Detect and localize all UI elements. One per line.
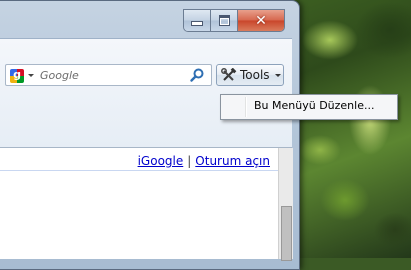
top-links: iGoogle | Oturum açın <box>138 154 270 168</box>
sign-in-link[interactable]: Oturum açın <box>195 154 270 168</box>
hammer-wrench-icon <box>221 68 237 81</box>
caption-buttons: ✕ <box>183 9 285 32</box>
chevron-down-icon <box>274 73 281 77</box>
minimize-icon <box>191 21 203 26</box>
close-icon: ✕ <box>255 12 267 29</box>
magnifier-icon[interactable] <box>189 67 205 83</box>
scrollbar-thumb[interactable] <box>281 206 292 261</box>
chevron-down-icon <box>28 74 34 77</box>
tools-button[interactable]: Tools <box>216 64 284 86</box>
navigation-toolbar: g Tools <box>0 38 292 182</box>
vertical-scrollbar[interactable] <box>278 148 293 261</box>
menu-icon-column-divider <box>245 97 247 117</box>
tools-label: Tools <box>240 68 270 82</box>
tools-dropdown-menu: Bu Menüyü Düzenle... <box>220 94 398 120</box>
google-icon: g <box>10 68 24 83</box>
search-input[interactable] <box>40 67 180 83</box>
search-box: g <box>5 64 212 86</box>
menu-item-edit-this-menu[interactable]: Bu Menüyü Düzenle... <box>254 99 374 112</box>
maximize-button[interactable] <box>211 10 238 31</box>
minimize-button[interactable] <box>184 10 211 31</box>
google-top-bar: iGoogle | Oturum açın <box>0 148 278 171</box>
close-button[interactable]: ✕ <box>238 10 284 31</box>
igoogle-link[interactable]: iGoogle <box>138 154 184 168</box>
maximize-icon <box>218 15 230 26</box>
page-content: iGoogle | Oturum açın <box>0 147 293 261</box>
link-separator: | <box>187 154 192 168</box>
search-engine-selector[interactable]: g <box>8 67 38 84</box>
